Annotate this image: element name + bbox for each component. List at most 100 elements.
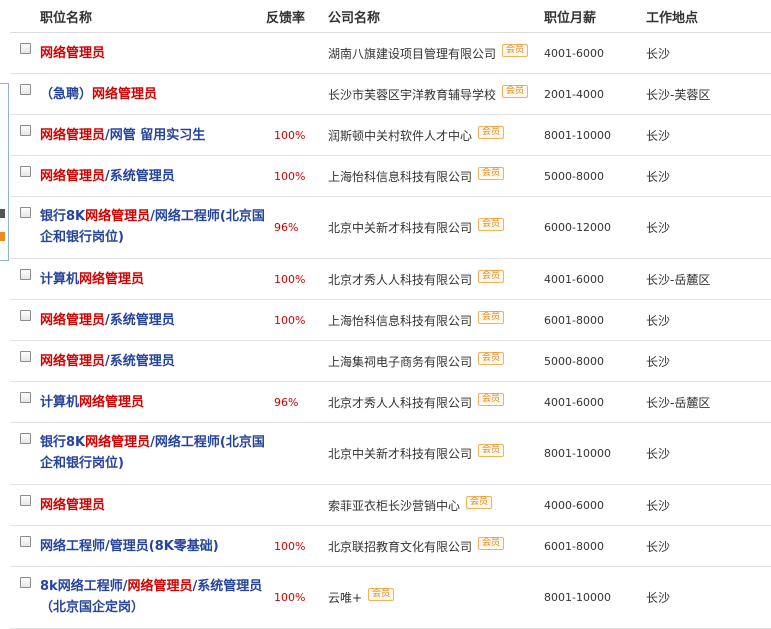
row-checkbox[interactable] xyxy=(20,495,31,506)
row-checkbox[interactable] xyxy=(20,166,31,177)
job-title-keyword: 网络管理员 xyxy=(40,313,106,328)
table-row: 网络管理员 索菲亚衣柜长沙营销中心 会员 4000-6000 长沙 xyxy=(10,485,771,526)
feedback-rate: 100% xyxy=(274,272,306,286)
member-badge: 会员 xyxy=(478,351,505,365)
salary-cell: 4001-6000 xyxy=(544,395,604,409)
job-title-link[interactable]: 网络管理员/系统管理员 xyxy=(40,310,272,331)
company-link[interactable]: 上海怡科信息科技有限公司 xyxy=(328,168,472,185)
job-title-link[interactable]: （急聘）网络管理员 xyxy=(40,84,272,105)
row-checkbox[interactable] xyxy=(20,433,31,444)
job-title-link[interactable]: 8k网络工程师/网络管理员/系统管理员（北京国企定岗） xyxy=(40,576,272,618)
location-cell: 长沙 xyxy=(646,354,671,369)
salary-cell: 5000-8000 xyxy=(544,169,604,183)
row-checkbox[interactable] xyxy=(20,43,31,54)
company-link[interactable]: 北京中关新才科技有限公司 xyxy=(328,445,472,462)
member-badge: 会员 xyxy=(478,536,505,550)
member-badge: 会员 xyxy=(478,310,505,324)
company-link[interactable]: 北京联招教育文化有限公司 xyxy=(328,538,472,555)
location-cell: 长沙-岳麓区 xyxy=(646,272,711,287)
job-title-text: 8k网络工程师/ xyxy=(40,579,128,594)
company-link[interactable]: 湖南八旗建设项目管理有限公司 xyxy=(328,45,496,62)
salary-cell: 5000-8000 xyxy=(544,354,604,368)
location-cell: 长沙 xyxy=(646,169,671,184)
job-title-link[interactable]: 网络管理员/网管 留用实习生 xyxy=(40,125,272,146)
job-title-link[interactable]: 网络工程师/管理员(8K零基础) xyxy=(40,536,272,557)
row-checkbox[interactable] xyxy=(20,310,31,321)
location-cell: 长沙 xyxy=(646,591,671,605)
company-cell: 润斯顿中关村软件人才中心 会员 xyxy=(328,115,505,155)
location-cell: 长沙 xyxy=(646,46,671,61)
company-link[interactable]: 北京中关新才科技有限公司 xyxy=(328,219,472,236)
side-tab-mark xyxy=(0,209,5,218)
job-title-text: 银行8K xyxy=(40,209,86,224)
job-title-keyword: 网络管理员 xyxy=(85,209,151,224)
company-link[interactable]: 上海集祠电子商务有限公司 xyxy=(328,353,472,370)
location-cell: 长沙 xyxy=(646,498,671,513)
company-link[interactable]: 云唯+ xyxy=(328,589,362,606)
member-badge: 会员 xyxy=(478,166,505,180)
company-cell: 上海集祠电子商务有限公司 会员 xyxy=(328,341,505,381)
job-title-link[interactable]: 计算机网络管理员 xyxy=(40,269,272,290)
job-title-text: （急聘） xyxy=(40,87,93,102)
row-checkbox[interactable] xyxy=(20,351,31,362)
company-link[interactable]: 长沙市芙蓉区宇洋教育辅导学校 xyxy=(328,86,496,103)
salary-cell: 6001-8000 xyxy=(544,539,604,553)
row-checkbox[interactable] xyxy=(20,207,31,218)
row-checkbox[interactable] xyxy=(20,577,31,588)
company-link[interactable]: 索菲亚衣柜长沙营销中心 xyxy=(328,497,460,514)
table-row: 8k网络工程师/网络管理员/系统管理员（北京国企定岗） 100% 云唯+ 会员 8001… xyxy=(10,567,771,629)
job-title-link[interactable]: 网络管理员/系统管理员 xyxy=(40,166,272,187)
job-title-keyword: 网络管理员 xyxy=(85,435,151,450)
job-title-keyword: 网络管理员 xyxy=(40,498,106,513)
location-cell: 长沙 xyxy=(646,313,671,328)
company-link[interactable]: 润斯顿中关村软件人才中心 xyxy=(328,127,472,144)
location-cell: 长沙 xyxy=(646,221,671,235)
company-link[interactable]: 上海怡科信息科技有限公司 xyxy=(328,312,472,329)
col-header-location: 工作地点 xyxy=(646,10,699,26)
company-cell: 长沙市芙蓉区宇洋教育辅导学校 会员 xyxy=(328,74,529,114)
col-header-salary: 职位月薪 xyxy=(544,10,597,26)
member-badge: 会员 xyxy=(466,495,493,509)
job-title-keyword: 网络管理员 xyxy=(79,272,145,287)
company-cell: 索菲亚衣柜长沙营销中心 会员 xyxy=(328,485,493,525)
job-title-keyword: 网络管理员 xyxy=(40,46,106,61)
company-link[interactable]: 北京才秀人人科技有限公司 xyxy=(328,394,472,411)
location-cell: 长沙 xyxy=(646,447,671,461)
location-cell: 长沙 xyxy=(646,539,671,554)
table-header: 职位名称 反馈率 公司名称 职位月薪 工作地点 xyxy=(10,0,771,33)
job-title-keyword: 网络管理员 xyxy=(79,395,145,410)
side-feedback-tab[interactable] xyxy=(0,83,9,261)
salary-cell: 8001-10000 xyxy=(544,591,611,604)
job-title-link[interactable]: 网络管理员/系统管理员 xyxy=(40,351,272,372)
member-badge: 会员 xyxy=(502,43,529,57)
feedback-rate: 96% xyxy=(274,395,299,409)
job-list-table: 职位名称 反馈率 公司名称 职位月薪 工作地点 网络管理员 湖南八旗建设项目管理有… xyxy=(10,0,771,629)
company-cell: 云唯+ 会员 xyxy=(328,567,395,628)
col-header-title: 职位名称 xyxy=(40,10,93,26)
row-checkbox[interactable] xyxy=(20,125,31,136)
job-title-link[interactable]: 计算机网络管理员 xyxy=(40,392,272,413)
table-row: 网络管理员 湖南八旗建设项目管理有限公司 会员 4001-6000 长沙 xyxy=(10,33,771,74)
row-checkbox[interactable] xyxy=(20,269,31,280)
job-title-link[interactable]: 银行8K网络管理员/网络工程师(北京国企和银行岗位) xyxy=(40,206,272,248)
feedback-rate: 100% xyxy=(274,128,306,142)
job-title-link[interactable]: 网络管理员 xyxy=(40,43,272,64)
company-cell: 湖南八旗建设项目管理有限公司 会员 xyxy=(328,33,529,73)
job-title-text: /网管 留用实习生 xyxy=(105,128,206,143)
feedback-rate: 96% xyxy=(274,221,299,234)
salary-cell: 6001-8000 xyxy=(544,313,604,327)
feedback-rate: 100% xyxy=(274,591,306,604)
row-checkbox[interactable] xyxy=(20,536,31,547)
feedback-rate: 100% xyxy=(274,313,306,327)
job-title-link[interactable]: 网络管理员 xyxy=(40,495,272,516)
member-badge: 会员 xyxy=(502,84,529,98)
row-checkbox[interactable] xyxy=(20,84,31,95)
member-badge: 会员 xyxy=(368,588,395,601)
salary-cell: 6000-12000 xyxy=(544,221,611,234)
company-link[interactable]: 北京才秀人人科技有限公司 xyxy=(328,271,472,288)
row-checkbox[interactable] xyxy=(20,392,31,403)
side-tab-mark-accent xyxy=(0,232,5,241)
job-title-link[interactable]: 银行8K网络管理员/网络工程师(北京国企和银行岗位) xyxy=(40,432,272,474)
job-title-text: /系统管理员 xyxy=(105,169,175,184)
location-cell: 长沙 xyxy=(646,128,671,143)
